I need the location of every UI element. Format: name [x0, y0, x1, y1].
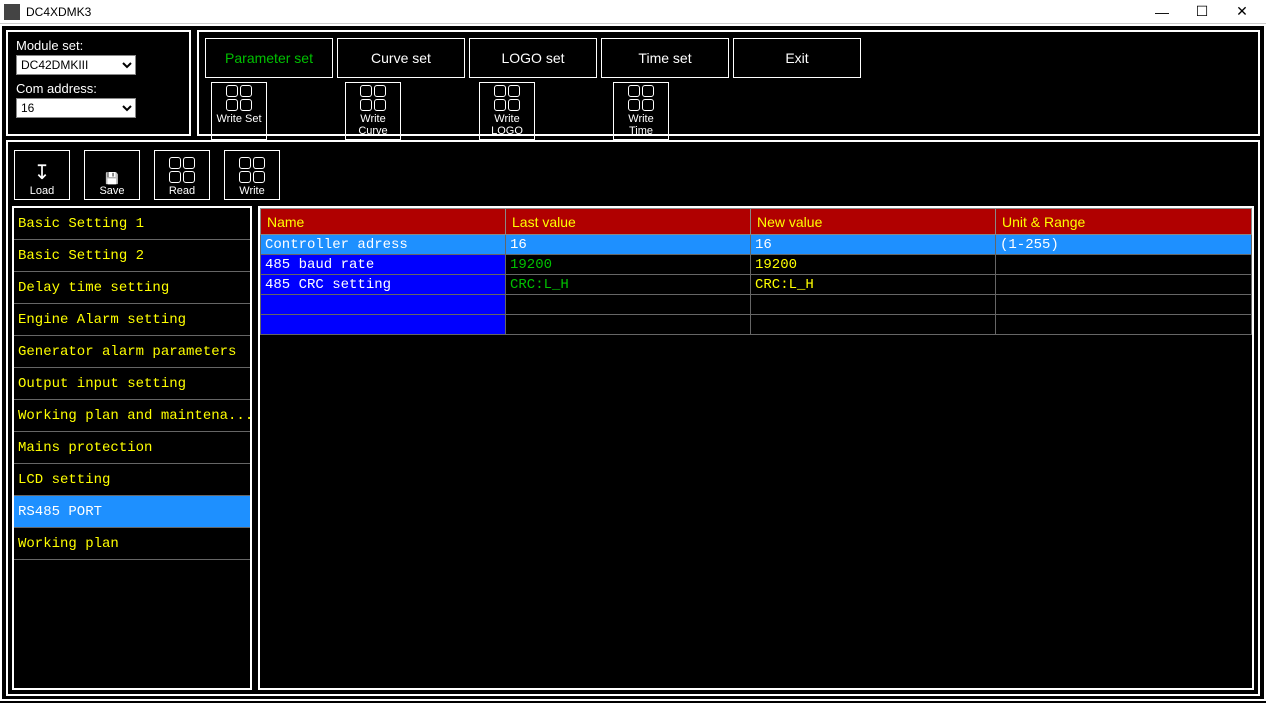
- minimize-button[interactable]: —: [1142, 0, 1182, 24]
- cell[interactable]: 19200: [751, 255, 996, 275]
- cell[interactable]: [996, 275, 1252, 295]
- save-button[interactable]: Save: [84, 150, 140, 200]
- table-row[interactable]: [261, 295, 1252, 315]
- grid-icon: [214, 85, 264, 111]
- cell[interactable]: CRC:L_H: [751, 275, 996, 295]
- cell[interactable]: 485 baud rate: [261, 255, 506, 275]
- toolbar-panel: Parameter set Curve set LOGO set Time se…: [197, 30, 1260, 136]
- write-time-label: Write Time: [628, 113, 653, 137]
- maximize-button[interactable]: ☐: [1182, 0, 1222, 24]
- cell[interactable]: [751, 315, 996, 335]
- sidebar-item[interactable]: Output input setting: [14, 368, 250, 400]
- col-new: New value: [751, 209, 996, 235]
- col-unit: Unit & Range: [996, 209, 1252, 235]
- parameter-table-area: Name Last value New value Unit & Range C…: [258, 206, 1254, 690]
- cell[interactable]: 19200: [506, 255, 751, 275]
- tab-exit[interactable]: Exit: [733, 38, 861, 78]
- write-logo-label: Write LOGO: [491, 113, 523, 137]
- write-curve-label: Write Curve: [358, 113, 387, 137]
- sidebar-item[interactable]: Basic Setting 2: [14, 240, 250, 272]
- sidebar-item[interactable]: Delay time setting: [14, 272, 250, 304]
- col-name: Name: [261, 209, 506, 235]
- cell[interactable]: (1-255): [996, 235, 1252, 255]
- cell[interactable]: Controller adress: [261, 235, 506, 255]
- grid-icon: [239, 157, 265, 183]
- grid-icon: [616, 85, 666, 111]
- write-set-button[interactable]: Write Set: [211, 82, 267, 140]
- sidebar-item[interactable]: LCD setting: [14, 464, 250, 496]
- read-button[interactable]: Read: [154, 150, 210, 200]
- app-icon: [4, 4, 20, 20]
- save-icon: [105, 172, 119, 185]
- sidebar-item[interactable]: RS485 PORT: [14, 496, 250, 528]
- grid-icon: [169, 157, 195, 183]
- cell[interactable]: 485 CRC setting: [261, 275, 506, 295]
- load-button[interactable]: Load: [14, 150, 70, 200]
- tab-curve-set[interactable]: Curve set: [337, 38, 465, 78]
- cell[interactable]: 16: [506, 235, 751, 255]
- cell[interactable]: [996, 295, 1252, 315]
- table-row[interactable]: 485 CRC settingCRC:L_HCRC:L_H: [261, 275, 1252, 295]
- write-curve-button[interactable]: Write Curve: [345, 82, 401, 140]
- grid-icon: [348, 85, 398, 111]
- write-label: Write: [239, 185, 264, 197]
- parameter-table: Name Last value New value Unit & Range C…: [260, 208, 1252, 335]
- close-button[interactable]: ✕: [1222, 0, 1262, 24]
- cell[interactable]: [261, 315, 506, 335]
- module-panel: Module set: DC42DMKIII Com address: 16: [6, 30, 191, 136]
- sidebar-item[interactable]: Generator alarm parameters: [14, 336, 250, 368]
- load-icon: [34, 160, 51, 185]
- cell[interactable]: CRC:L_H: [506, 275, 751, 295]
- window-titlebar: DC4XDMK3 — ☐ ✕: [0, 0, 1266, 24]
- table-row[interactable]: 485 baud rate1920019200: [261, 255, 1252, 275]
- table-row[interactable]: [261, 315, 1252, 335]
- sidebar-item[interactable]: Working plan and maintena...: [14, 400, 250, 432]
- load-label: Load: [30, 185, 54, 197]
- col-last: Last value: [506, 209, 751, 235]
- cell[interactable]: [996, 255, 1252, 275]
- sidebar-item[interactable]: Mains protection: [14, 432, 250, 464]
- write-time-button[interactable]: Write Time: [613, 82, 669, 140]
- save-label: Save: [99, 185, 124, 197]
- sidebar-item[interactable]: Working plan: [14, 528, 250, 560]
- grid-icon: [482, 85, 532, 111]
- cell[interactable]: [506, 295, 751, 315]
- sidebar-item[interactable]: Basic Setting 1: [14, 208, 250, 240]
- sidebar-item[interactable]: Engine Alarm setting: [14, 304, 250, 336]
- settings-sidebar: Basic Setting 1Basic Setting 2Delay time…: [12, 206, 252, 690]
- cell[interactable]: [996, 315, 1252, 335]
- com-address-label: Com address:: [16, 81, 181, 96]
- window-title: DC4XDMK3: [26, 5, 1142, 19]
- tab-logo-set[interactable]: LOGO set: [469, 38, 597, 78]
- write-button[interactable]: Write: [224, 150, 280, 200]
- tab-parameter-set[interactable]: Parameter set: [205, 38, 333, 78]
- module-set-label: Module set:: [16, 38, 181, 53]
- cell[interactable]: 16: [751, 235, 996, 255]
- cell[interactable]: [751, 295, 996, 315]
- cell[interactable]: [506, 315, 751, 335]
- write-set-label: Write Set: [216, 113, 261, 125]
- write-logo-button[interactable]: Write LOGO: [479, 82, 535, 140]
- module-set-select[interactable]: DC42DMKIII: [16, 55, 136, 75]
- tab-time-set[interactable]: Time set: [601, 38, 729, 78]
- read-label: Read: [169, 185, 195, 197]
- com-address-select[interactable]: 16: [16, 98, 136, 118]
- table-row[interactable]: Controller adress1616(1-255): [261, 235, 1252, 255]
- cell[interactable]: [261, 295, 506, 315]
